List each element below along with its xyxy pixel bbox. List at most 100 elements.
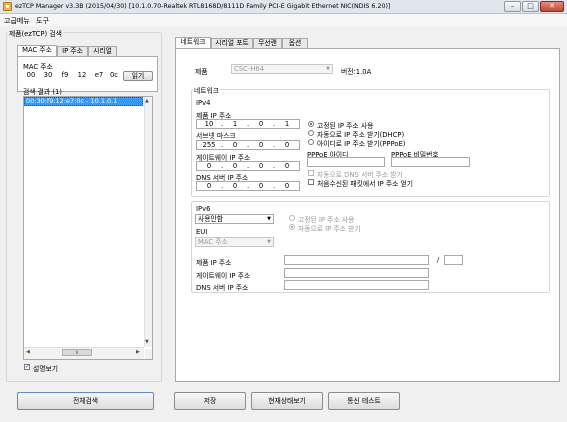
ip-separator: . <box>273 120 276 128</box>
mac-octet-1[interactable]: 00 <box>23 71 39 81</box>
dropdown-arrow-icon: ▼ <box>267 216 271 222</box>
search-group-title: 제품(ezTCP) 검색 <box>8 28 63 38</box>
tab-serial[interactable]: 시리얼 <box>88 46 117 56</box>
ipv4-title: IPv4 <box>196 99 211 107</box>
auto-dns-checkbox[interactable] <box>308 170 314 176</box>
scroll-corner <box>145 349 152 359</box>
menu-advanced[interactable]: 고급메뉴 <box>4 16 30 26</box>
ip-separator: . <box>221 182 224 190</box>
prefix-separator: / <box>437 256 440 264</box>
save-button[interactable]: 저장 <box>174 392 246 410</box>
menu-tools[interactable]: 도구 <box>36 16 49 26</box>
mac-octet-2[interactable]: 30 <box>40 71 56 81</box>
radio-ipv6-auto[interactable] <box>289 224 295 230</box>
mac-label: MAC 주소 <box>23 63 53 71</box>
tab-wireless[interactable]: 무선랜 <box>253 38 282 48</box>
radio-pppoe-label: 아이디로 IP 주소 받기(PPPoE) <box>317 140 406 148</box>
mask-octet-3[interactable]: 0 <box>250 141 272 149</box>
network-group-title: 네트워크 <box>193 85 221 95</box>
result-item[interactable]: 00:30:f9:12:e7:0c - 10.1.0.1 <box>24 97 143 106</box>
dns-octet-3[interactable]: 0 <box>250 182 272 190</box>
read-button[interactable]: 읽기 <box>123 71 153 81</box>
ipv6-gateway-field[interactable] <box>284 268 429 278</box>
scroll-up-arrow-icon[interactable]: ▲ <box>145 98 149 104</box>
ipv6-dns-label: DNS 서버 IP 주소 <box>196 284 249 292</box>
mask-octet-4[interactable]: 0 <box>276 141 298 149</box>
dns-octet-1[interactable]: 0 <box>198 182 220 190</box>
radio-static-ip[interactable] <box>308 121 314 127</box>
tab-mac[interactable]: MAC 주소 <box>17 45 57 56</box>
version-label: 버전:1.0A <box>341 68 372 76</box>
pppoe-password-field[interactable] <box>391 157 470 167</box>
mac-octet-3[interactable]: f9 <box>57 71 73 81</box>
view-status-button[interactable]: 현재상태보기 <box>251 392 323 410</box>
product-combo[interactable]: CSC-H64 ▼ <box>231 64 333 74</box>
ip-separator: . <box>221 162 224 170</box>
dns-octet-4[interactable]: 0 <box>276 182 298 190</box>
radio-ipv6-auto-label: 자동으로 IP 주소 받기 <box>298 225 361 233</box>
app-icon <box>3 2 12 11</box>
mask-octet-2[interactable]: 0 <box>224 141 246 149</box>
mac-octet-5[interactable]: e7 <box>91 71 107 81</box>
ip-separator: . <box>247 182 250 190</box>
menu-bar <box>0 14 567 26</box>
tab-options[interactable]: 옵션 <box>282 38 308 48</box>
eui-label: EUI <box>196 228 208 236</box>
radio-pppoe[interactable] <box>308 139 314 145</box>
show-comment-checkbox[interactable] <box>24 363 30 370</box>
ipv6-gateway-label: 게이트웨이 IP 주소 <box>196 272 251 280</box>
ip-separator: . <box>273 141 276 149</box>
ipv6-prefix-field[interactable] <box>444 255 463 265</box>
ip-octet-1[interactable]: 10 <box>198 120 220 128</box>
search-all-button[interactable]: 전체검색 <box>17 392 154 410</box>
horizontal-scroll-thumb[interactable]: Ⅲ <box>62 349 92 356</box>
dropdown-arrow-icon: ▼ <box>326 66 330 72</box>
radio-dhcp[interactable] <box>308 130 314 136</box>
gateway-octet-1[interactable]: 0 <box>198 162 220 170</box>
window-title: ezTCP Manager v3.3B (2015/04/30) [10.1.0… <box>15 3 391 10</box>
ipv6-title: IPv6 <box>196 205 211 213</box>
comm-test-button[interactable]: 통신 테스트 <box>328 392 400 410</box>
ip-octet-4[interactable]: 1 <box>276 120 298 128</box>
minimize-button[interactable]: – <box>504 1 521 12</box>
mac-octet-6[interactable]: 0c <box>107 71 121 81</box>
radio-ipv6-static[interactable] <box>289 215 295 221</box>
scroll-down-arrow-icon[interactable]: ▼ <box>145 339 149 345</box>
scroll-right-arrow-icon[interactable]: ▶ <box>136 349 140 355</box>
tab-ip[interactable]: IP 주소 <box>57 46 88 56</box>
dns-octet-2[interactable]: 0 <box>224 182 246 190</box>
mask-octet-1[interactable]: 255 <box>198 141 220 149</box>
pppoe-id-field[interactable] <box>307 157 385 167</box>
ip-separator: . <box>247 162 250 170</box>
subnet-mask-label: 서브넷 마스크 <box>196 132 236 140</box>
tab-serial-port[interactable]: 시리얼 포트 <box>211 38 253 48</box>
ipv6-mode-combo[interactable]: 사용안함 ▼ <box>195 214 274 224</box>
ip-separator: . <box>247 141 250 149</box>
result-list[interactable] <box>23 96 153 360</box>
product-value: CSC-H64 <box>234 65 265 73</box>
ip-separator: . <box>221 120 224 128</box>
maximize-button[interactable]: □ <box>522 1 539 12</box>
ip-octet-3[interactable]: 0 <box>250 120 272 128</box>
ipv6-ip-field[interactable] <box>284 255 429 265</box>
ipv6-dns-field[interactable] <box>284 280 429 290</box>
mac-octet-4[interactable]: 12 <box>74 71 90 81</box>
scroll-left-arrow-icon[interactable]: ◀ <box>26 349 30 355</box>
ipv6-mode-value: 사용안함 <box>198 215 224 223</box>
first-packet-checkbox[interactable] <box>308 179 314 185</box>
ip-separator: . <box>221 141 224 149</box>
search-result-label: 검색 결과 (1) <box>23 88 62 96</box>
close-button[interactable]: ✕ <box>540 1 564 12</box>
dropdown-arrow-icon: ▼ <box>267 239 271 245</box>
ipv6-ip-label: 제품 IP 주소 <box>196 259 232 267</box>
ip-separator: . <box>247 120 250 128</box>
gateway-octet-3[interactable]: 0 <box>250 162 272 170</box>
tab-network[interactable]: 네트워크 <box>175 37 211 48</box>
ip-octet-2[interactable]: 1 <box>224 120 246 128</box>
product-label: 제품 <box>195 68 208 76</box>
gateway-octet-4[interactable]: 0 <box>276 162 298 170</box>
eui-combo[interactable]: MAC 주소 ▼ <box>195 237 274 247</box>
gateway-octet-2[interactable]: 0 <box>224 162 246 170</box>
vertical-scrollbar[interactable] <box>144 97 152 347</box>
ip-separator: . <box>273 162 276 170</box>
